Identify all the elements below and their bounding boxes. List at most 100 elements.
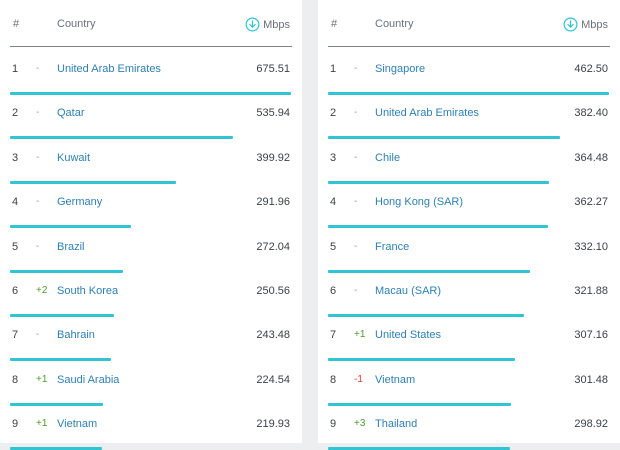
speed-value: 675.51 bbox=[256, 63, 290, 75]
table-row: 5 - Brazil 272.04 bbox=[0, 225, 302, 273]
country-link[interactable]: Macau (SAR) bbox=[375, 285, 441, 297]
rank-number: 4 bbox=[12, 196, 19, 209]
rank-change: +1 bbox=[354, 329, 366, 341]
country-link[interactable]: France bbox=[375, 241, 409, 253]
rank-number: 9 bbox=[330, 418, 337, 431]
country-link[interactable]: Hong Kong (SAR) bbox=[375, 196, 463, 208]
table-row: 6 - Macau (SAR) 321.88 bbox=[318, 269, 620, 317]
rank-change: - bbox=[36, 329, 40, 341]
table-header: # Country Mbps bbox=[318, 0, 620, 46]
country-link[interactable]: Brazil bbox=[57, 241, 85, 253]
rank-change: +1 bbox=[36, 418, 48, 430]
table-row: 7 +1 United States 307.16 bbox=[318, 313, 620, 362]
speed-value: 362.27 bbox=[574, 196, 608, 209]
rank-change: - bbox=[354, 285, 358, 296]
rank-number: 6 bbox=[330, 285, 337, 297]
table-row: 3 - Kuwait 399.92 bbox=[0, 136, 302, 184]
country-column-header: Country bbox=[375, 18, 414, 30]
country-link[interactable]: United Arab Emirates bbox=[57, 63, 161, 75]
table-row: 2 - United Arab Emirates 382.40 bbox=[318, 91, 620, 140]
speed-unit-label: Mbps bbox=[263, 18, 290, 31]
rank-change: - bbox=[354, 63, 358, 74]
speed-value: 399.92 bbox=[256, 151, 290, 164]
table-row: 4 - Germany 291.96 bbox=[0, 180, 302, 229]
country-link[interactable]: Bahrain bbox=[57, 329, 95, 341]
rank-number: 9 bbox=[12, 418, 19, 431]
table-header: # Country Mbps bbox=[0, 0, 302, 46]
rank-number: 2 bbox=[12, 107, 19, 120]
speed-value: 332.10 bbox=[574, 240, 608, 253]
rank-column-header: # bbox=[331, 18, 338, 30]
table-row: 3 - Chile 364.48 bbox=[318, 136, 620, 184]
rank-change: -1 bbox=[354, 373, 363, 385]
ranking-table-left: # Country Mbps 1- United Arab Emirates 675… bbox=[0, 0, 302, 450]
speed-column-header: Mbps bbox=[245, 17, 290, 32]
speed-value: 321.88 bbox=[574, 285, 608, 297]
rank-change: - bbox=[354, 151, 358, 163]
rank-column-header: # bbox=[13, 18, 20, 30]
speed-value: 301.48 bbox=[574, 373, 608, 386]
rank-number: 2 bbox=[330, 107, 337, 120]
speed-value: 462.50 bbox=[574, 63, 608, 75]
speed-value: 535.94 bbox=[256, 107, 290, 120]
speed-value: 219.93 bbox=[256, 418, 290, 431]
rank-change: - bbox=[36, 196, 40, 208]
rank-change: - bbox=[36, 151, 40, 163]
speed-value: 224.54 bbox=[256, 373, 290, 386]
rank-change: - bbox=[36, 240, 40, 252]
table-row: 6 +2 South Korea 250.56 bbox=[0, 269, 302, 317]
country-link[interactable]: Qatar bbox=[57, 107, 85, 119]
rank-change: +2 bbox=[36, 285, 48, 296]
speed-value: 250.56 bbox=[256, 285, 290, 297]
table-row: 4 - Hong Kong (SAR) 362.27 bbox=[318, 180, 620, 229]
table-row: 1 - Singapore 462.50 bbox=[318, 47, 620, 95]
country-link[interactable]: Kuwait bbox=[57, 152, 90, 164]
table-row: 8 -1 Vietnam 301.48 bbox=[318, 358, 620, 406]
rank-change: +3 bbox=[354, 418, 366, 430]
rank-number: 1 bbox=[12, 63, 19, 75]
speed-value: 364.48 bbox=[574, 151, 608, 164]
rank-number: 5 bbox=[330, 240, 337, 253]
download-arrow-icon bbox=[245, 17, 260, 32]
table-row: 1 - United Arab Emirates 675.51 bbox=[0, 47, 302, 95]
table-row: 2 - Qatar 535.94 bbox=[0, 91, 302, 140]
rank-number: 8 bbox=[330, 373, 337, 386]
country-link[interactable]: Singapore bbox=[375, 63, 425, 75]
country-column-header: Country bbox=[57, 18, 96, 30]
country-link[interactable]: South Korea bbox=[57, 285, 118, 297]
rank-change: +1 bbox=[36, 373, 48, 385]
speed-value: 243.48 bbox=[256, 329, 290, 342]
rank-number: 4 bbox=[330, 196, 337, 209]
rank-number: 7 bbox=[330, 329, 337, 342]
table-row: 5 - France 332.10 bbox=[318, 225, 620, 273]
rank-number: 8 bbox=[12, 373, 19, 386]
table-row: 9 +1 Vietnam 219.93 bbox=[0, 402, 302, 450]
speed-value: 298.92 bbox=[574, 418, 608, 431]
country-link[interactable]: Chile bbox=[375, 152, 400, 164]
rank-change: - bbox=[354, 240, 358, 252]
download-arrow-icon bbox=[563, 17, 578, 32]
speed-value: 272.04 bbox=[256, 240, 290, 253]
rank-number: 5 bbox=[12, 240, 19, 253]
rank-number: 3 bbox=[12, 151, 19, 164]
rank-number: 1 bbox=[330, 63, 337, 75]
country-link[interactable]: Thailand bbox=[375, 418, 417, 430]
ranking-table-right: # Country Mbps 1 - Singapore 462.50 2 - United… bbox=[318, 0, 620, 450]
rank-number: 7 bbox=[12, 329, 19, 342]
table-row: 9 +3 Thailand 298.92 bbox=[318, 402, 620, 450]
table-row: 7 - Bahrain 243.48 bbox=[0, 313, 302, 362]
country-link[interactable]: United States bbox=[375, 329, 441, 341]
speed-value: 382.40 bbox=[574, 107, 608, 120]
country-link[interactable]: Saudi Arabia bbox=[57, 374, 119, 386]
speed-column-header: Mbps bbox=[563, 17, 608, 32]
speed-value: 291.96 bbox=[256, 196, 290, 209]
rank-change: - bbox=[36, 107, 40, 119]
rank-number: 6 bbox=[12, 285, 19, 297]
country-link[interactable]: Germany bbox=[57, 196, 102, 208]
country-link[interactable]: Vietnam bbox=[57, 418, 97, 430]
country-link[interactable]: United Arab Emirates bbox=[375, 107, 479, 119]
country-link[interactable]: Vietnam bbox=[375, 374, 415, 386]
speed-value: 307.16 bbox=[574, 329, 608, 342]
rank-change: - bbox=[354, 107, 358, 119]
rank-change: - bbox=[36, 63, 40, 74]
